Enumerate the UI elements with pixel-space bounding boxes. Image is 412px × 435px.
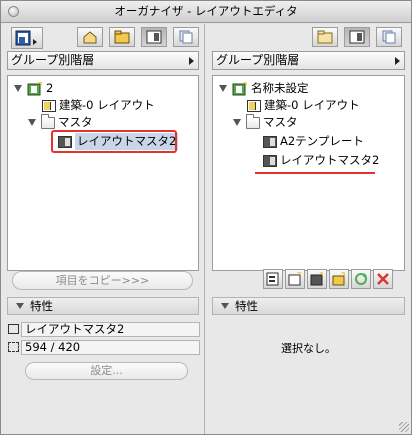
master-layout-icon [263, 154, 277, 167]
folder-icon [41, 113, 55, 129]
new-subset-icon [288, 272, 301, 286]
refresh-button[interactable] [351, 269, 371, 289]
view-map-tab[interactable] [312, 27, 338, 47]
layout-book-root-icon [27, 81, 42, 95]
layout-book-icon [349, 30, 365, 44]
size-field: 594 / 420 [21, 340, 200, 355]
disclosure-triangle-icon[interactable] [233, 119, 241, 126]
left-tree[interactable]: 2 建築-0 レイアウト マスタ レイアウトマスタ2 [7, 75, 199, 271]
new-folder-button[interactable] [329, 269, 349, 289]
delete-button[interactable] [373, 269, 393, 289]
right-pane: グループ別階層 名称未設定 建築-0 レイアウト マスタ A2テンプレート レイ… [206, 24, 411, 434]
tree-item[interactable]: マスタ [28, 113, 93, 131]
tree-root[interactable]: 2 [14, 80, 53, 97]
right-toolbar [206, 24, 411, 50]
layout-book-icon [146, 30, 162, 44]
view-map-tab[interactable] [109, 27, 135, 47]
tree-item[interactable]: マスタ [233, 113, 298, 131]
disclosure-triangle-icon[interactable] [219, 85, 227, 92]
chevron-right-icon [189, 57, 194, 65]
close-window-icon[interactable] [8, 6, 19, 17]
close-icon [377, 273, 389, 285]
highlight-underline [255, 172, 375, 174]
view-mode-menu-button[interactable] [11, 27, 43, 49]
view-folder-icon [317, 30, 333, 44]
publisher-icon [179, 30, 193, 44]
left-pane: グループ別階層 2 建築-0 レイアウト マスタ レイアウトマスタ2 項目をコピ… [1, 24, 205, 434]
settings-button[interactable]: 設定... [25, 362, 188, 380]
layout-book-tab[interactable] [344, 27, 370, 47]
copy-items-button[interactable]: 項目をコピー>>> [12, 271, 193, 290]
window-title: オーガナイザ - レイアウトエディタ [114, 4, 298, 18]
publisher-tab[interactable] [173, 27, 199, 47]
new-master-button[interactable] [307, 269, 327, 289]
layout-book-root-icon [232, 81, 247, 95]
house-icon [83, 31, 97, 44]
folder-icon [246, 113, 260, 129]
tree-item[interactable]: 建築-0 レイアウト [42, 97, 155, 114]
organizer-window: オーガナイザ - レイアウトエディタ グループ別階層 2 建築-0 レイアウト … [0, 0, 412, 435]
left-toolbar [1, 24, 204, 50]
size-icon [8, 342, 19, 352]
title-bar: オーガナイザ - レイアウトエディタ [1, 1, 411, 23]
publisher-icon [382, 30, 396, 44]
tree-item[interactable]: 建築-0 レイアウト [247, 97, 360, 114]
master-name-field[interactable]: レイアウトマスタ2 [21, 322, 200, 337]
disclosure-triangle-icon [16, 303, 24, 309]
new-subset-button[interactable] [285, 269, 305, 289]
tree-item[interactable]: レイアウトマスタ2 [263, 152, 379, 169]
disclosure-triangle-icon[interactable] [28, 119, 36, 126]
new-master-icon [310, 272, 323, 286]
publisher-tab[interactable] [376, 27, 402, 47]
new-layout-button[interactable] [263, 269, 283, 289]
disclosure-triangle-icon [221, 303, 229, 309]
right-tree[interactable]: 名称未設定 建築-0 レイアウト マスタ A2テンプレート レイアウトマスタ2 [212, 75, 405, 271]
tree-item[interactable]: A2テンプレート [263, 133, 364, 150]
chevron-right-icon [395, 57, 400, 65]
master-layout-icon [263, 135, 277, 148]
resize-grip-icon[interactable] [399, 422, 409, 432]
layout-book-tab[interactable] [141, 27, 167, 47]
layout-page-icon [42, 99, 56, 112]
right-group-selector[interactable]: グループ別階層 [212, 51, 405, 70]
no-selection-text: 選択なし。 [281, 342, 336, 355]
project-map-tab[interactable] [77, 27, 103, 47]
tree-root[interactable]: 名称未設定 [219, 80, 309, 97]
master-name-icon [8, 324, 19, 334]
new-layout-icon [266, 272, 279, 286]
highlight-box [51, 130, 177, 153]
properties-header[interactable]: 特性 [212, 297, 405, 315]
left-group-selector[interactable]: グループ別階層 [7, 51, 199, 70]
view-folder-icon [114, 30, 130, 44]
properties-header[interactable]: 特性 [7, 297, 199, 315]
disclosure-triangle-icon[interactable] [14, 85, 22, 92]
new-folder-icon [332, 272, 345, 286]
refresh-icon [355, 273, 367, 285]
layout-page-icon [247, 99, 261, 112]
